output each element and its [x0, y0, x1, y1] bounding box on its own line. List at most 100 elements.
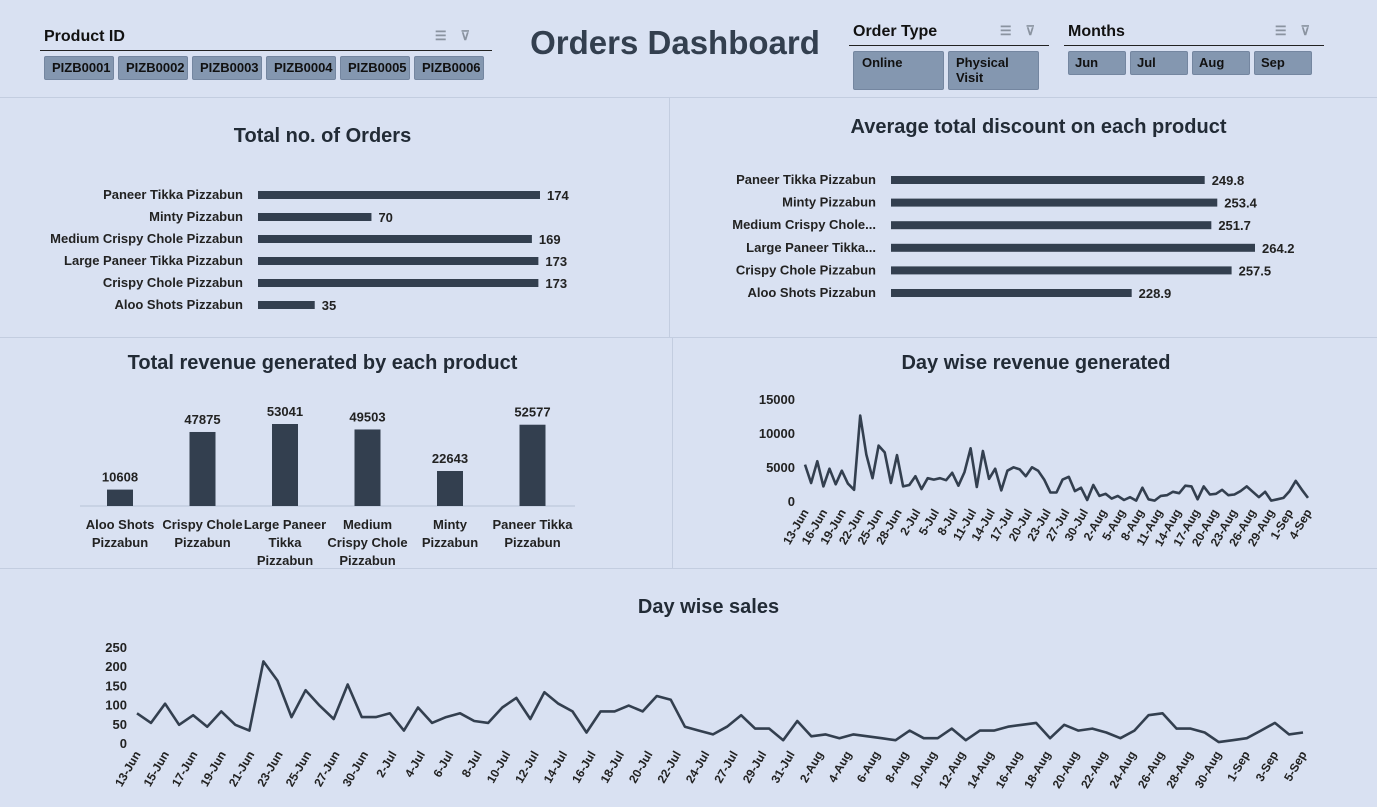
category-label-medium-crispy-chole-pizzabun: Medium Crispy Chole Pizzabun — [50, 231, 243, 246]
category-label-crispy-chole-pizzabun: Pizzabun — [174, 535, 230, 550]
x-tick-label: 14-Aug — [964, 748, 996, 790]
category-label-minty-pizzabun: Minty Pizzabun — [149, 209, 243, 224]
chart-title-day-revenue: Day wise revenue generated — [901, 352, 1171, 374]
column-aloo-shots-pizzabun — [107, 489, 133, 506]
x-tick-label: 25-Jun — [283, 749, 314, 790]
data-label-crispy-chole-pizzabun: 47875 — [184, 412, 220, 427]
category-label-minty-pizzabun: Minty — [433, 517, 468, 532]
data-label-aloo-shots-pizzabun: 35 — [322, 298, 336, 313]
series-line — [803, 414, 1310, 502]
x-tick-label: 18-Aug — [1021, 749, 1053, 791]
slicer-button-jun[interactable]: Jun — [1068, 51, 1126, 75]
data-label-aloo-shots-pizzabun: 10608 — [102, 470, 138, 485]
category-label-paneer-tikka-pizzabun: Paneer Tikka Pizzabun — [103, 187, 243, 202]
x-tick-label: 22-Aug — [1078, 749, 1110, 791]
divider — [0, 568, 1377, 569]
bar-paneer-tikka-pizzabun — [891, 176, 1205, 184]
data-label-paneer-tikka-pizzabun: 52577 — [514, 405, 550, 420]
slicer-button-pizb0003[interactable]: PIZB0003 — [192, 56, 262, 80]
slicer-button-aug[interactable]: Aug — [1192, 51, 1250, 75]
slicer-button-pizb0005[interactable]: PIZB0005 — [340, 56, 410, 80]
slicer-button-sep[interactable]: Sep — [1254, 51, 1312, 75]
x-tick-label: 20-Jul — [626, 749, 655, 786]
x-tick-label: 19-Jun — [197, 749, 228, 790]
day-revenue-line-chart: 05000100001500013-Jun16-Jun19-Jun22-Jun2… — [759, 392, 1315, 549]
multi-select-icon[interactable]: ☰ — [435, 28, 461, 43]
divider — [669, 98, 670, 337]
data-label-large-paneer-tikka-pizzabun: 53041 — [267, 404, 303, 419]
slicer-button-pizb0004[interactable]: PIZB0004 — [266, 56, 336, 80]
x-tick-label: 24-Jul — [683, 749, 712, 786]
multi-select-icon[interactable]: ☰ — [1000, 23, 1026, 38]
clear-filter-icon[interactable]: ⊽ — [1025, 23, 1049, 38]
data-label-paneer-tikka-pizzabun: 249.8 — [1212, 173, 1245, 188]
category-label-large-paneer-tikka-pizzabun: Large Paneer — [244, 517, 326, 532]
y-tick-label: 50 — [113, 717, 127, 732]
category-label-minty-pizzabun: Pizzabun — [422, 535, 478, 550]
series-line — [136, 660, 1304, 744]
y-tick-label: 10000 — [759, 426, 795, 441]
slicer-button-physical-visit[interactable]: Physical Visit — [948, 51, 1039, 90]
revenue-column-chart: 10608 Aloo Shots Pizzabun 47875 Crispy Chole… — [80, 404, 575, 568]
category-label-large-paneer-tikka-pizzabun: Tikka — [268, 535, 302, 550]
divider — [672, 338, 673, 568]
x-tick-label: 22-Jul — [654, 749, 683, 786]
data-label-medium-crispy-chole-pizzabun: 169 — [539, 232, 561, 247]
x-tick-label: 10-Aug — [907, 749, 939, 791]
category-label-minty-pizzabun: Minty Pizzabun — [782, 195, 876, 210]
x-tick-label: 30-Jun — [340, 749, 371, 790]
data-label-large-paneer-tikka-pizzabun: 173 — [545, 254, 567, 269]
x-tick-label: 16-Jul — [569, 749, 598, 786]
category-label-crispy-chole-pizzabun: Crispy Chole Pizzabun — [103, 275, 243, 290]
x-tick-label: 1-Sep — [1224, 749, 1252, 784]
x-tick-label: 20-Aug — [1050, 749, 1082, 791]
day-sales-line-chart: 05010015020025013-Jun15-Jun17-Jun19-Jun2… — [105, 640, 1309, 791]
chart-title-discount: Average total discount on each product — [850, 116, 1227, 138]
slicer-button-online[interactable]: Online — [853, 51, 944, 90]
column-medium-crispy-chole-pizzabun — [354, 429, 381, 506]
x-tick-label: 2-Aug — [797, 749, 826, 785]
order-type-slicer: Order Type ☰⊽ Online Physical Visit — [849, 23, 1049, 90]
x-tick-label: 14-Jul — [541, 749, 570, 786]
category-label-aloo-shots-pizzabun: Pizzabun — [92, 535, 148, 550]
data-label-minty-pizzabun: 70 — [378, 210, 392, 225]
bar-crispy-chole-pizzabun — [258, 279, 539, 287]
x-tick-label: 16-Aug — [993, 749, 1025, 791]
order-type-slicer-label: Order Type — [853, 23, 938, 40]
y-tick-label: 150 — [105, 678, 127, 693]
data-label-minty-pizzabun: 22643 — [432, 451, 468, 466]
x-tick-label: 6-Jul — [430, 749, 456, 780]
slicer-button-pizb0001[interactable]: PIZB0001 — [44, 56, 114, 80]
clear-filter-icon[interactable]: ⊽ — [1300, 23, 1324, 38]
column-minty-pizzabun — [437, 470, 463, 506]
slicer-button-jul[interactable]: Jul — [1130, 51, 1188, 75]
category-label-large-paneer-tikka-pizzabun: Large Paneer Tikka Pizzabun — [64, 253, 243, 268]
bar-minty-pizzabun — [258, 213, 372, 221]
divider — [0, 337, 1377, 338]
category-label-large-paneer-tikka: Large Paneer Tikka... — [746, 240, 876, 255]
bar-medium-crispy-chole — [891, 221, 1212, 230]
category-label-paneer-tikka-pizzabun: Paneer Tikka Pizzabun — [736, 172, 876, 187]
slicer-button-pizb0002[interactable]: PIZB0002 — [118, 56, 188, 80]
slicer-button-pizb0006[interactable]: PIZB0006 — [414, 56, 484, 80]
y-tick-label: 15000 — [759, 392, 795, 407]
x-tick-label: 21-Jun — [226, 749, 257, 790]
category-label-medium-crispy-chole-pizzabun: Pizzabun — [339, 553, 395, 568]
x-tick-label: 24-Aug — [1107, 749, 1139, 791]
category-label-crispy-chole-pizzabun: Crispy Chole — [162, 517, 242, 532]
x-tick-label: 29-Jul — [740, 749, 769, 786]
data-label-aloo-shots-pizzabun: 228.9 — [1139, 286, 1172, 301]
data-label-crispy-chole-pizzabun: 257.5 — [1239, 263, 1272, 278]
data-label-medium-crispy-chole-pizzabun: 49503 — [349, 409, 385, 424]
column-crispy-chole-pizzabun — [189, 431, 216, 506]
column-paneer-tikka-pizzabun — [519, 424, 546, 506]
multi-select-icon[interactable]: ☰ — [1275, 23, 1301, 38]
category-label-paneer-tikka-pizzabun: Pizzabun — [504, 535, 560, 550]
bar-aloo-shots-pizzabun — [258, 301, 315, 309]
clear-filter-icon[interactable]: ⊽ — [460, 28, 484, 43]
x-tick-label: 27-Jul — [711, 749, 740, 786]
x-tick-label: 18-Jul — [598, 749, 627, 786]
bar-crispy-chole-pizzabun — [891, 266, 1232, 275]
divider — [0, 97, 1377, 98]
x-tick-label: 12-Jul — [512, 749, 541, 786]
